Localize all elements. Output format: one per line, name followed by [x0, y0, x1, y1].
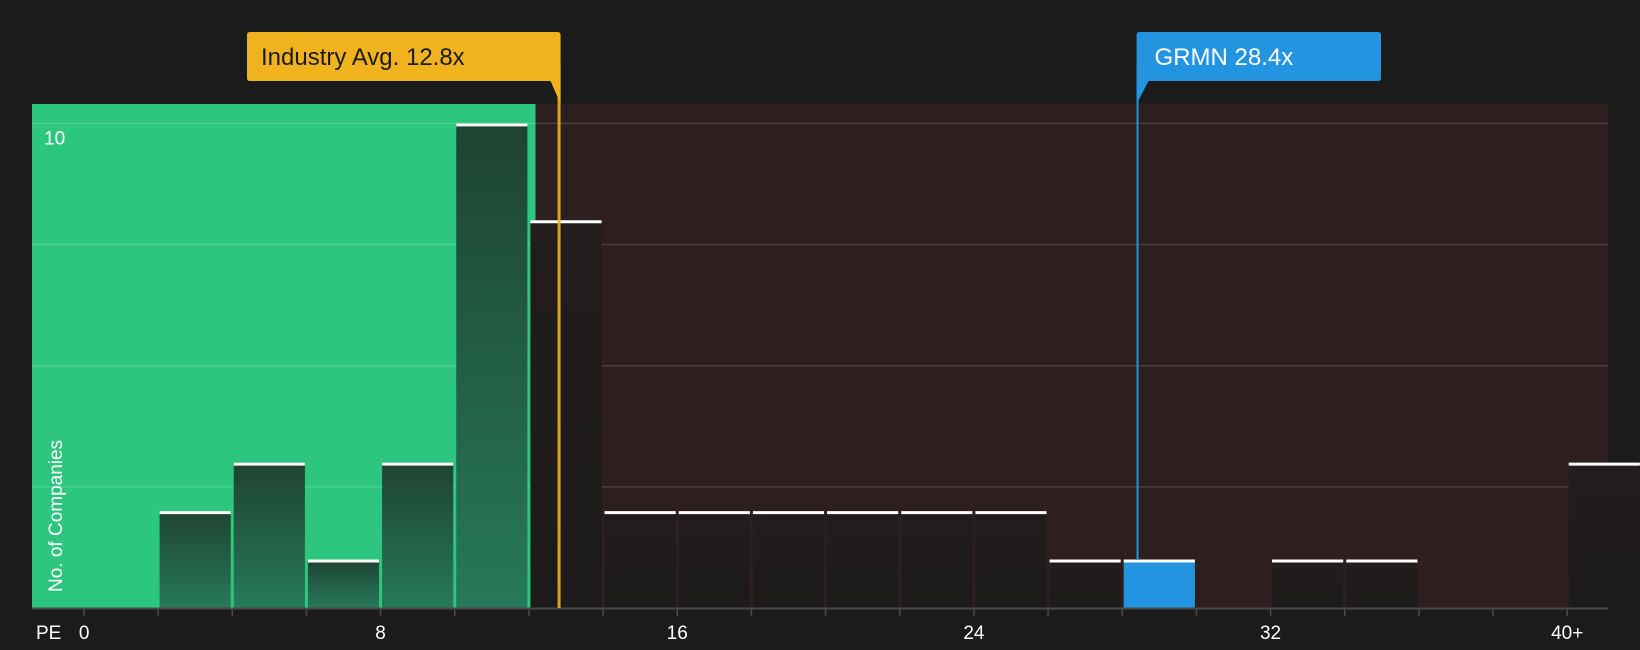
company-label: GRMN 28.4x [1155, 44, 1294, 71]
industry-avg-label: Industry Avg. 12.8x [261, 44, 465, 71]
chart-svg: 0 8 16 24 32 40+ 10 No. of Companies PE Indus… [32, 32, 1640, 644]
company-callout: GRMN 28.4x [1136, 32, 1381, 104]
bar-20 [827, 511, 899, 608]
y-tick-label-10: 10 [44, 128, 65, 149]
bar-22 [901, 511, 973, 608]
bar-2 [159, 511, 231, 608]
industry-avg-callout: Industry Avg. 12.8x [247, 32, 561, 104]
bar-34 [1346, 559, 1418, 608]
bar-12 [530, 220, 602, 609]
x-tick-label-4: 32 [1260, 623, 1281, 644]
x-tick-label-2: 16 [667, 623, 688, 644]
callouts: Industry Avg. 12.8x GRMN 28.4x [247, 32, 1381, 104]
bar-8 [382, 462, 454, 608]
bar-40 [1568, 462, 1640, 608]
bar-16 [678, 511, 750, 608]
bar-10 [456, 123, 528, 608]
bar-6 [307, 559, 380, 608]
x-axis: 0 8 16 24 32 40+ [32, 607, 1608, 644]
bar-14 [604, 511, 676, 608]
bar-24 [975, 511, 1047, 608]
y-axis-label: No. of Companies [46, 440, 67, 592]
bar-4 [233, 462, 305, 608]
bar-32 [1272, 559, 1344, 608]
x-tick-label-5: 40+ [1551, 623, 1583, 644]
x-tick-label-3: 24 [963, 623, 985, 644]
bar-28 [1123, 559, 1195, 608]
bar-26 [1049, 559, 1121, 608]
x-axis-label: PE [36, 623, 61, 644]
pe-distribution-chart: 0 8 16 24 32 40+ 10 No. of Companies PE Indus… [0, 0, 1640, 650]
x-tick-label-0: 0 [79, 623, 90, 644]
x-tick-label-1: 8 [375, 623, 386, 644]
bar-18 [752, 511, 825, 608]
